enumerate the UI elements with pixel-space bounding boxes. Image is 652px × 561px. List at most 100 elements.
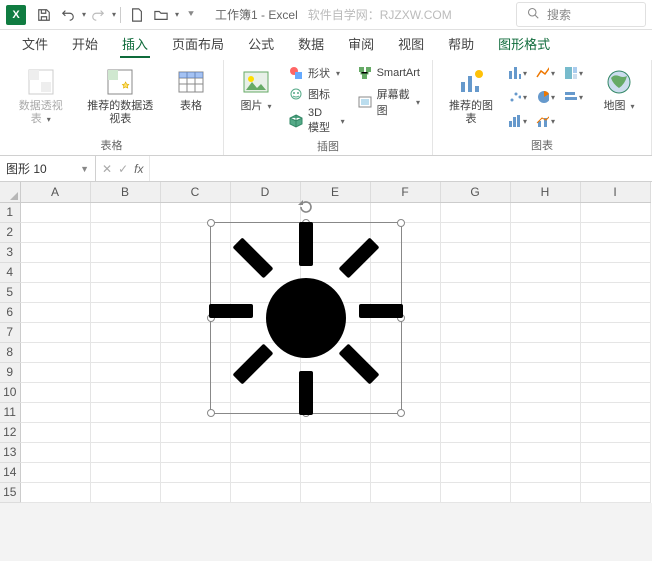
shapes-button[interactable]: 形状▾: [286, 64, 347, 82]
redo-more[interactable]: ▾: [112, 10, 116, 19]
tab-formulas[interactable]: 公式: [238, 29, 284, 60]
formula-bar-input[interactable]: [150, 156, 652, 181]
search-input[interactable]: 搜索: [516, 2, 646, 27]
name-box[interactable]: 图形 10 ▼: [0, 156, 96, 181]
charts-group-label: 图表: [443, 135, 641, 153]
row-header[interactable]: 6: [0, 302, 20, 322]
pivot-table-icon: [25, 66, 57, 98]
bar-chart-icon[interactable]: ▾: [563, 88, 583, 106]
redo-icon[interactable]: [86, 3, 110, 27]
scatter-chart-icon[interactable]: ▾: [507, 88, 527, 106]
row-header[interactable]: 10: [0, 382, 20, 402]
recommended-charts-icon: [455, 66, 487, 98]
accept-formula-icon[interactable]: ✓: [118, 162, 128, 176]
col-header[interactable]: A: [20, 182, 90, 202]
tab-insert[interactable]: 插入: [112, 29, 158, 60]
resize-handle[interactable]: [207, 314, 215, 322]
row-header[interactable]: 2: [0, 222, 20, 242]
col-header[interactable]: B: [90, 182, 160, 202]
spreadsheet-grid[interactable]: A B C D E F G H I 1 2 3 4 5 6 7 8 9 10 1…: [0, 182, 651, 503]
undo-icon[interactable]: [56, 3, 80, 27]
screenshot-icon: [357, 94, 373, 110]
resize-handle[interactable]: [302, 219, 310, 227]
col-header[interactable]: I: [580, 182, 650, 202]
row-header[interactable]: 1: [0, 202, 20, 222]
globe-icon: [603, 66, 635, 98]
recommended-charts-button[interactable]: 推荐的图表: [443, 64, 499, 127]
pictures-button[interactable]: 图片 ▾: [234, 64, 278, 115]
maps-button[interactable]: 地图 ▾: [597, 64, 641, 115]
column-chart-icon[interactable]: ▾: [507, 64, 527, 82]
tab-view[interactable]: 视图: [388, 29, 434, 60]
resize-handle[interactable]: [302, 409, 310, 417]
name-box-dropdown-icon[interactable]: ▼: [80, 164, 89, 174]
table-button[interactable]: 表格: [169, 64, 213, 115]
col-header[interactable]: C: [160, 182, 230, 202]
row-header[interactable]: 13: [0, 442, 20, 462]
row-header[interactable]: 12: [0, 422, 20, 442]
tab-shape-format[interactable]: 图形格式: [488, 29, 560, 60]
col-header[interactable]: F: [370, 182, 440, 202]
tab-layout[interactable]: 页面布局: [162, 29, 234, 60]
recommended-charts-label: 推荐的图表: [447, 100, 495, 125]
table-label: 表格: [180, 100, 202, 113]
resize-handle[interactable]: [207, 409, 215, 417]
col-header[interactable]: H: [510, 182, 580, 202]
search-icon: [527, 7, 539, 22]
rotate-handle-icon[interactable]: [297, 198, 315, 219]
tab-review[interactable]: 审阅: [338, 29, 384, 60]
new-file-icon[interactable]: [125, 3, 149, 27]
tables-group-label: 表格: [10, 135, 213, 153]
resize-handle[interactable]: [397, 409, 405, 417]
combo-chart-icon[interactable]: ▾: [535, 112, 555, 130]
row-header[interactable]: 15: [0, 482, 20, 502]
search-placeholder: 搜索: [547, 6, 571, 23]
tab-home[interactable]: 开始: [62, 29, 108, 60]
col-header[interactable]: D: [230, 182, 300, 202]
row-header[interactable]: 7: [0, 322, 20, 342]
illustrations-group-label: 插图: [234, 136, 422, 154]
row-header[interactable]: 9: [0, 362, 20, 382]
treemap-chart-icon[interactable]: ▾: [563, 64, 583, 82]
select-all-button[interactable]: [0, 182, 20, 202]
chart-gallery: ▾ ▾ ▾ ▾ ▾ ▾ ▾ ▾: [507, 64, 589, 130]
ribbon: 数据透视表 ▾ 推荐的数据透视表 表格 表格 图片 ▾ 形状▾ 图标 3D 模型…: [0, 60, 652, 156]
row-header[interactable]: 3: [0, 242, 20, 262]
cancel-formula-icon[interactable]: ✕: [102, 162, 112, 176]
row-header[interactable]: 14: [0, 462, 20, 482]
row-header[interactable]: 8: [0, 342, 20, 362]
smartart-icon: [357, 65, 373, 81]
pictures-label: 图片 ▾: [240, 100, 271, 113]
excel-logo: X: [6, 5, 26, 25]
pie-chart-icon[interactable]: ▾: [535, 88, 555, 106]
line-chart-icon[interactable]: ▾: [535, 64, 555, 82]
tab-file[interactable]: 文件: [12, 29, 58, 60]
table-icon: [175, 66, 207, 98]
pivot-table-label: 数据透视表 ▾: [14, 100, 68, 125]
row-header[interactable]: 5: [0, 282, 20, 302]
open-folder-icon[interactable]: [149, 3, 173, 27]
3d-models-button[interactable]: 3D 模型▾: [286, 106, 347, 136]
fx-icon[interactable]: fx: [134, 162, 143, 176]
qat-customize-icon[interactable]: ⯆: [179, 3, 203, 27]
col-header[interactable]: G: [440, 182, 510, 202]
watermark-text: 软件自学网：RJZXW.COM: [308, 6, 452, 23]
histogram-chart-icon[interactable]: ▾: [507, 112, 527, 130]
resize-handle[interactable]: [397, 219, 405, 227]
row-header[interactable]: 11: [0, 402, 20, 422]
tab-data[interactable]: 数据: [288, 29, 334, 60]
screenshot-button[interactable]: 屏幕截图▾: [355, 85, 422, 119]
name-box-value: 图形 10: [6, 160, 47, 177]
pivot-table-button[interactable]: 数据透视表 ▾: [10, 64, 72, 127]
qat-separator: [120, 7, 121, 23]
pictures-icon: [240, 66, 272, 98]
save-icon[interactable]: [32, 3, 56, 27]
resize-handle[interactable]: [207, 219, 215, 227]
recommended-pivot-button[interactable]: 推荐的数据透视表: [80, 64, 162, 127]
window-title: 工作簿1 - Excel: [215, 6, 298, 23]
icons-button[interactable]: 图标: [286, 85, 347, 103]
resize-handle[interactable]: [397, 314, 405, 322]
tab-help[interactable]: 帮助: [438, 29, 484, 60]
smartart-button[interactable]: SmartArt: [355, 64, 422, 82]
row-header[interactable]: 4: [0, 262, 20, 282]
